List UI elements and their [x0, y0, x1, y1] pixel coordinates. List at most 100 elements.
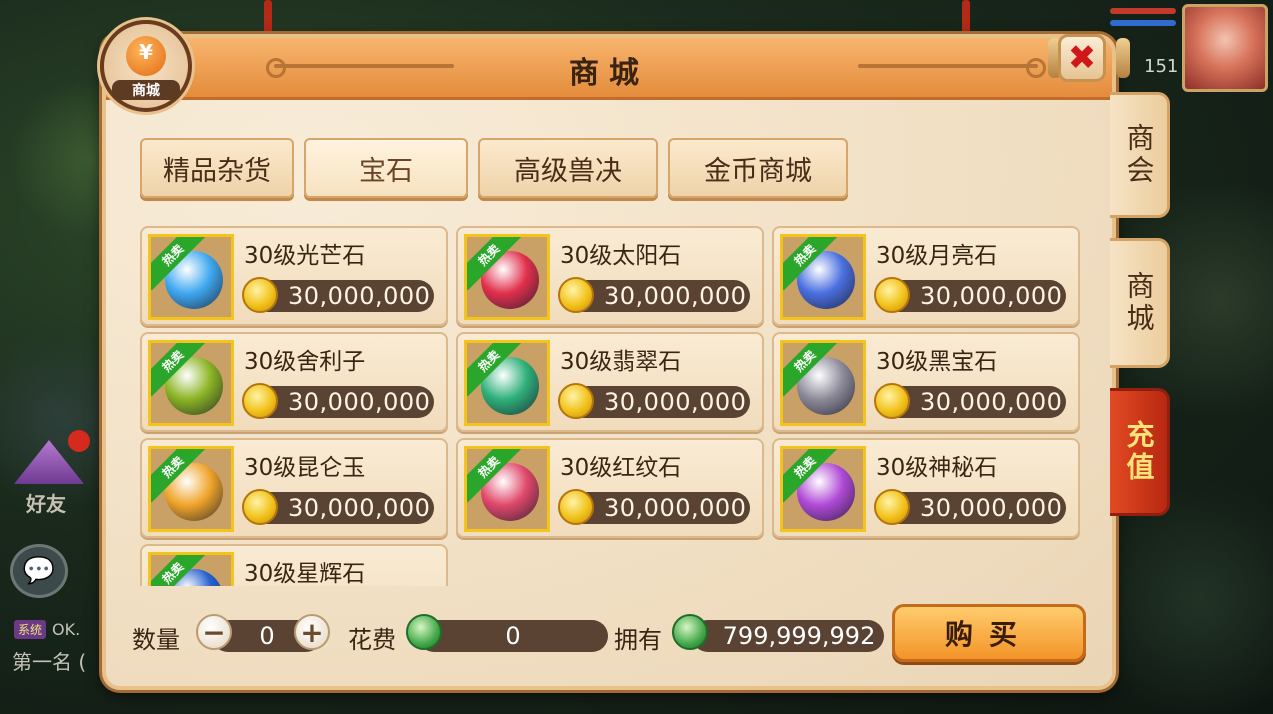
- tab-boutique[interactable]: 精品杂货: [140, 138, 294, 198]
- item-card[interactable]: 热卖 30级月亮石 30,000,000: [772, 226, 1080, 326]
- item-price-value: 30,000,000: [288, 282, 431, 310]
- item-card[interactable]: 热卖 30级红纹石 30,000,000: [456, 438, 764, 538]
- side-tab-chamber[interactable]: 商会: [1110, 92, 1170, 218]
- owned-label: 拥有: [614, 626, 662, 654]
- gold-coin-icon: [242, 277, 278, 313]
- item-price: 30,000,000: [874, 277, 1066, 313]
- item-price-value: 30,000,000: [604, 282, 747, 310]
- item-price: 30,000,000: [242, 383, 434, 419]
- rank-text: 第一名 (: [12, 650, 87, 674]
- item-card[interactable]: 热卖 30级舍利子 30,000,000: [140, 332, 448, 432]
- gold-coin-icon: [558, 277, 594, 313]
- system-text: OK.: [52, 620, 81, 639]
- cost-value: 0: [505, 622, 521, 650]
- item-card[interactable]: 热卖 30级昆仑玉 30,000,000: [140, 438, 448, 538]
- owned-field: 799,999,992: [692, 620, 884, 652]
- minus-button[interactable]: −: [196, 614, 232, 650]
- cost-field: 0: [418, 620, 608, 652]
- badge-label: 商城: [112, 80, 180, 100]
- chat-bubble-icon: 💬: [22, 556, 56, 586]
- side-tab-mall[interactable]: 商城: [1110, 238, 1170, 368]
- gold-coin-icon: [874, 277, 910, 313]
- shop-badge: ¥ 商城: [100, 20, 192, 112]
- buy-button[interactable]: 购买: [892, 604, 1086, 662]
- item-card[interactable]: 热卖 30级光芒石 30,000,000: [140, 226, 448, 326]
- notification-dot-icon: [68, 430, 90, 452]
- item-price-value: 30,000,000: [920, 494, 1063, 522]
- item-icon-frame: 热卖: [464, 446, 550, 532]
- item-price-value: 30,000,000: [288, 494, 431, 522]
- close-pin-decoration: [1116, 38, 1130, 78]
- gold-coin-icon: [874, 383, 910, 419]
- plus-button[interactable]: +: [294, 614, 330, 650]
- yen-symbol: ¥: [139, 40, 153, 64]
- side-tab-label: 商城: [1122, 271, 1156, 335]
- close-icon: ✖: [1067, 38, 1097, 78]
- item-name: 30级红纹石: [560, 455, 682, 481]
- side-tab-label: 充值: [1122, 420, 1156, 484]
- item-icon-frame: 热卖: [148, 446, 234, 532]
- item-icon-frame: 热卖: [148, 552, 234, 586]
- item-price-value: 30,000,000: [288, 388, 431, 416]
- item-icon-frame: 热卖: [148, 234, 234, 320]
- item-card[interactable]: 热卖 30级神秘石 30,000,000: [772, 438, 1080, 538]
- system-tag: 系统: [14, 620, 47, 639]
- item-price: 30,000,000: [242, 489, 434, 525]
- item-list[interactable]: 热卖 30级光芒石 30,000,000 热卖 30级太阳石 30,000,000 热卖 30…: [140, 226, 1082, 586]
- item-price-value: 30,000,000: [920, 388, 1063, 416]
- item-price-value: 30,000,000: [604, 388, 747, 416]
- item-icon-frame: 热卖: [464, 340, 550, 426]
- item-icon-frame: 热卖: [148, 340, 234, 426]
- item-icon-frame: 热卖: [464, 234, 550, 320]
- item-name: 30级光芒石: [244, 243, 366, 269]
- side-tab-recharge[interactable]: 充值: [1110, 388, 1170, 516]
- item-name: 30级神秘石: [876, 455, 998, 481]
- gold-coin-icon: [874, 489, 910, 525]
- item-icon-frame: 热卖: [780, 446, 866, 532]
- item-icon-frame: 热卖: [780, 340, 866, 426]
- item-price: 30,000,000: [558, 489, 750, 525]
- player-portrait[interactable]: [1182, 4, 1268, 92]
- item-price-value: 30,000,000: [604, 494, 747, 522]
- chat-button[interactable]: 💬: [10, 544, 68, 598]
- jade-coin-icon: [406, 614, 442, 650]
- item-card[interactable]: 热卖 30级太阳石 30,000,000: [456, 226, 764, 326]
- item-price: 30,000,000: [874, 383, 1066, 419]
- quantity-label: 数量: [132, 626, 180, 654]
- purchase-bar: 数量 0 − + 花费 0 拥有 799,999,992 购买: [132, 604, 1092, 668]
- gold-coin-icon: [558, 489, 594, 525]
- tab-beast-skills[interactable]: 高级兽决: [478, 138, 658, 198]
- item-price: 30,000,000: [558, 383, 750, 419]
- item-price: 30,000,000: [558, 277, 750, 313]
- item-name: 30级昆仑玉: [244, 455, 366, 481]
- title-ornament: [858, 58, 1046, 78]
- item-card[interactable]: 热卖 30级星辉石: [140, 544, 448, 586]
- side-tab-label: 商会: [1122, 123, 1156, 187]
- hp-bar: [1110, 8, 1176, 14]
- item-name: 30级星辉石: [244, 561, 366, 586]
- owned-value: 799,999,992: [722, 622, 876, 650]
- mp-bar: [1110, 20, 1176, 26]
- item-price: 30,000,000: [242, 277, 434, 313]
- item-card[interactable]: 热卖 30级翡翠石 30,000,000: [456, 332, 764, 432]
- category-tabs: 精品杂货 宝石 高级兽决 金币商城: [140, 138, 848, 198]
- friend-label: 好友: [26, 492, 66, 516]
- item-name: 30级月亮石: [876, 243, 998, 269]
- item-name: 30级翡翠石: [560, 349, 682, 375]
- gold-coin-icon: [558, 383, 594, 419]
- item-card[interactable]: 热卖 30级黑宝石 30,000,000: [772, 332, 1080, 432]
- jade-coin-icon: [672, 614, 708, 650]
- tab-gold-mall[interactable]: 金币商城: [668, 138, 848, 198]
- item-icon-frame: 热卖: [780, 234, 866, 320]
- gold-coin-icon: [242, 383, 278, 419]
- item-name: 30级舍利子: [244, 349, 366, 375]
- item-name: 30级黑宝石: [876, 349, 998, 375]
- shop-panel: 商城 精品杂货 宝石 高级兽决 金币商城 热卖 30级光芒石 30,000,000 热…: [102, 34, 1116, 690]
- title-bar: 商城: [106, 38, 1112, 100]
- tab-gems[interactable]: 宝石: [304, 138, 468, 198]
- page-title: 商城: [569, 56, 649, 91]
- cost-label: 花费: [348, 626, 396, 654]
- close-button[interactable]: ✖: [1058, 34, 1106, 82]
- system-message: 系统 OK.: [14, 620, 80, 639]
- item-price: 30,000,000: [874, 489, 1066, 525]
